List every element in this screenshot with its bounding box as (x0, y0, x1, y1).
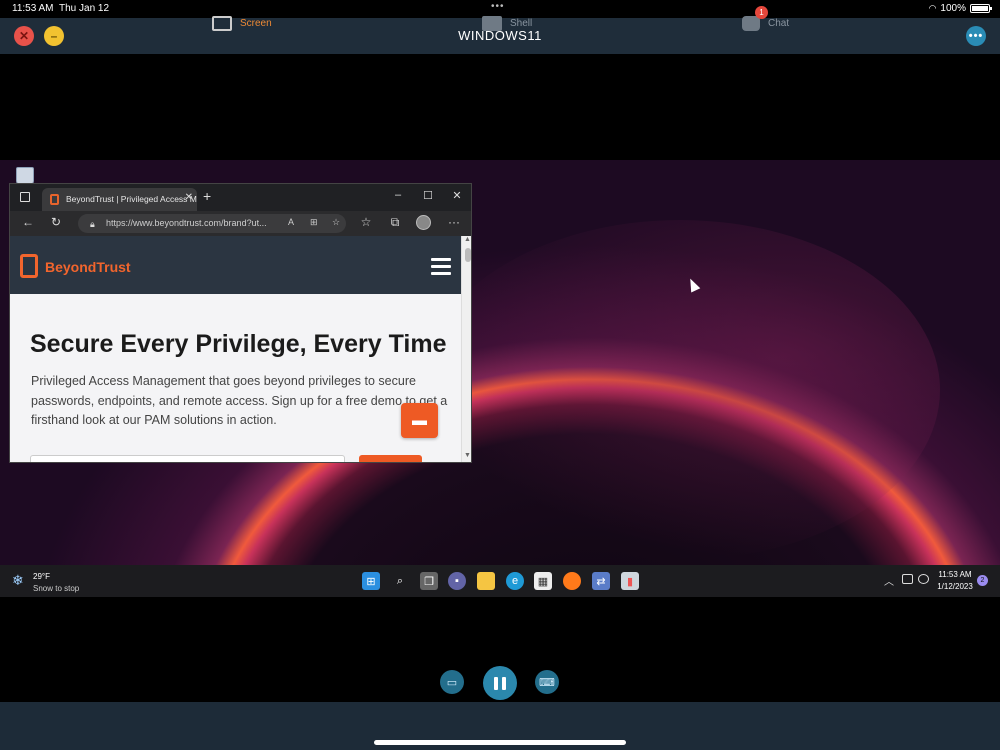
back-icon[interactable]: ← (20, 215, 36, 229)
scroll-up-icon[interactable]: ▲ (464, 236, 471, 243)
display-icon[interactable] (902, 574, 913, 584)
screen-select-button[interactable]: ▭ (440, 670, 464, 694)
tab-shell-label: Shell (510, 17, 533, 29)
firefox-icon[interactable] (563, 572, 581, 590)
start-icon[interactable]: ⊞ (362, 572, 380, 590)
terminal-icon (482, 15, 502, 31)
notification-count-badge[interactable]: 2 (977, 575, 988, 586)
battery-percent: 100% (940, 3, 966, 14)
tab-chat-label: Chat (768, 17, 790, 29)
hero-title: Secure Every Privilege, Every Time (30, 330, 447, 358)
edge-browser-window[interactable]: BeyondTrust | Privileged Access M ✕ + – … (9, 183, 472, 463)
task-view-icon[interactable]: ❐ (420, 572, 438, 590)
chat-widget-button[interactable]: ▬ (401, 403, 438, 438)
edge-icon[interactable]: e (506, 572, 524, 590)
scroll-down-icon[interactable]: ▼ (464, 452, 471, 459)
tab-actions-icon[interactable] (20, 192, 30, 202)
teams-chat-icon[interactable]: ▪ (448, 572, 466, 590)
snowflake-icon[interactable]: ❄ (12, 572, 24, 589)
tab-strip: BeyondTrust | Privileged Access M ✕ + – … (10, 184, 471, 211)
hero-body: Privileged Access Management that goes b… (31, 374, 448, 427)
tab-screen[interactable]: Screen (212, 12, 272, 34)
app-available-icon[interactable]: ⊞ (310, 217, 318, 228)
profile-avatar[interactable] (416, 215, 431, 230)
search-icon[interactable]: ⌕ (391, 572, 409, 590)
address-bar[interactable]: 🔒︎ https://www.beyondtrust.com/brand?ut.… (78, 214, 346, 233)
tray-chevron-icon[interactable]: ︿ (884, 573, 894, 588)
taskbar-clock-date[interactable]: 1/12/2023 (928, 582, 982, 591)
email-input[interactable] (30, 455, 345, 462)
battery-icon (970, 4, 992, 13)
add-favorite-icon[interactable]: ☆ (332, 217, 340, 228)
pause-session-button[interactable] (483, 666, 517, 700)
refresh-icon[interactable]: ↻ (48, 215, 64, 229)
status-time: 11:53 AM (12, 3, 54, 14)
windows-taskbar: ❄ 29°F Snow to stop ⊞ ⌕ ❐ ▪ e ▦ ⇄ ▮ ︿ 11… (0, 565, 1000, 597)
favorites-icon[interactable]: ☆ (358, 215, 374, 229)
window-close-button[interactable]: ✕ (447, 189, 467, 202)
browser-toolbar: ← ↻ 🔒︎ https://www.beyondtrust.com/brand… (10, 211, 471, 236)
tab-title: BeyondTrust | Privileged Access M (66, 194, 197, 204)
read-aloud-icon[interactable]: A (288, 217, 294, 227)
tab-screen-label: Screen (240, 17, 272, 29)
hamburger-menu-icon[interactable] (431, 258, 451, 279)
new-tab-icon[interactable]: + (203, 188, 211, 204)
beyondtrust-logo-icon[interactable] (20, 254, 38, 278)
beyondtrust-favicon-icon (50, 194, 59, 205)
battery-fill (972, 6, 988, 11)
address-url: https://www.beyondtrust.com/brand?ut... (106, 218, 267, 228)
window-maximize-button[interactable]: ☐ (418, 189, 438, 202)
network-tool-icon[interactable]: ⇄ (592, 572, 610, 590)
more-options-button[interactable]: ••• (966, 26, 986, 46)
tab-shell[interactable]: Shell (482, 12, 532, 34)
web-page: BeyondTrust Secure Every Privilege, Ever… (10, 236, 461, 462)
lock-icon[interactable]: 🔒︎ (90, 219, 95, 230)
wallpaper-glow (420, 220, 940, 560)
page-scrollbar[interactable]: ▲ ▼ (461, 236, 471, 462)
weather-desc[interactable]: Snow to stop (33, 584, 79, 593)
remote-app-icon[interactable]: ▮ (621, 572, 639, 590)
tab-close-icon[interactable]: ✕ (185, 192, 193, 203)
site-header: BeyondTrust (10, 236, 461, 294)
chat-unread-badge: 1 (755, 6, 768, 19)
browser-tab[interactable]: BeyondTrust | Privileged Access M ✕ (42, 188, 197, 211)
submit-button[interactable] (359, 455, 422, 462)
status-right: ◠ 100% (928, 3, 992, 14)
window-minimize-button[interactable]: – (388, 189, 408, 201)
wifi-icon: ◠ (928, 3, 937, 13)
status-date: Thu Jan 12 (59, 3, 110, 14)
weather-temp[interactable]: 29°F (33, 572, 50, 581)
store-icon[interactable]: ▦ (534, 572, 552, 590)
taskbar-clock-time[interactable]: 11:53 AM (928, 570, 982, 579)
keyboard-button[interactable]: ⌨ (535, 670, 559, 694)
multitasking-dots-icon[interactable]: ••• (491, 1, 505, 12)
scroll-thumb[interactable] (465, 248, 471, 262)
collections-icon[interactable]: ⧉ (387, 215, 403, 230)
site-logo-text[interactable]: BeyondTrust (45, 259, 131, 275)
file-explorer-icon[interactable] (477, 572, 495, 590)
home-indicator[interactable] (374, 740, 626, 745)
settings-more-icon[interactable]: ··· (446, 215, 462, 229)
monitor-icon (212, 15, 232, 31)
